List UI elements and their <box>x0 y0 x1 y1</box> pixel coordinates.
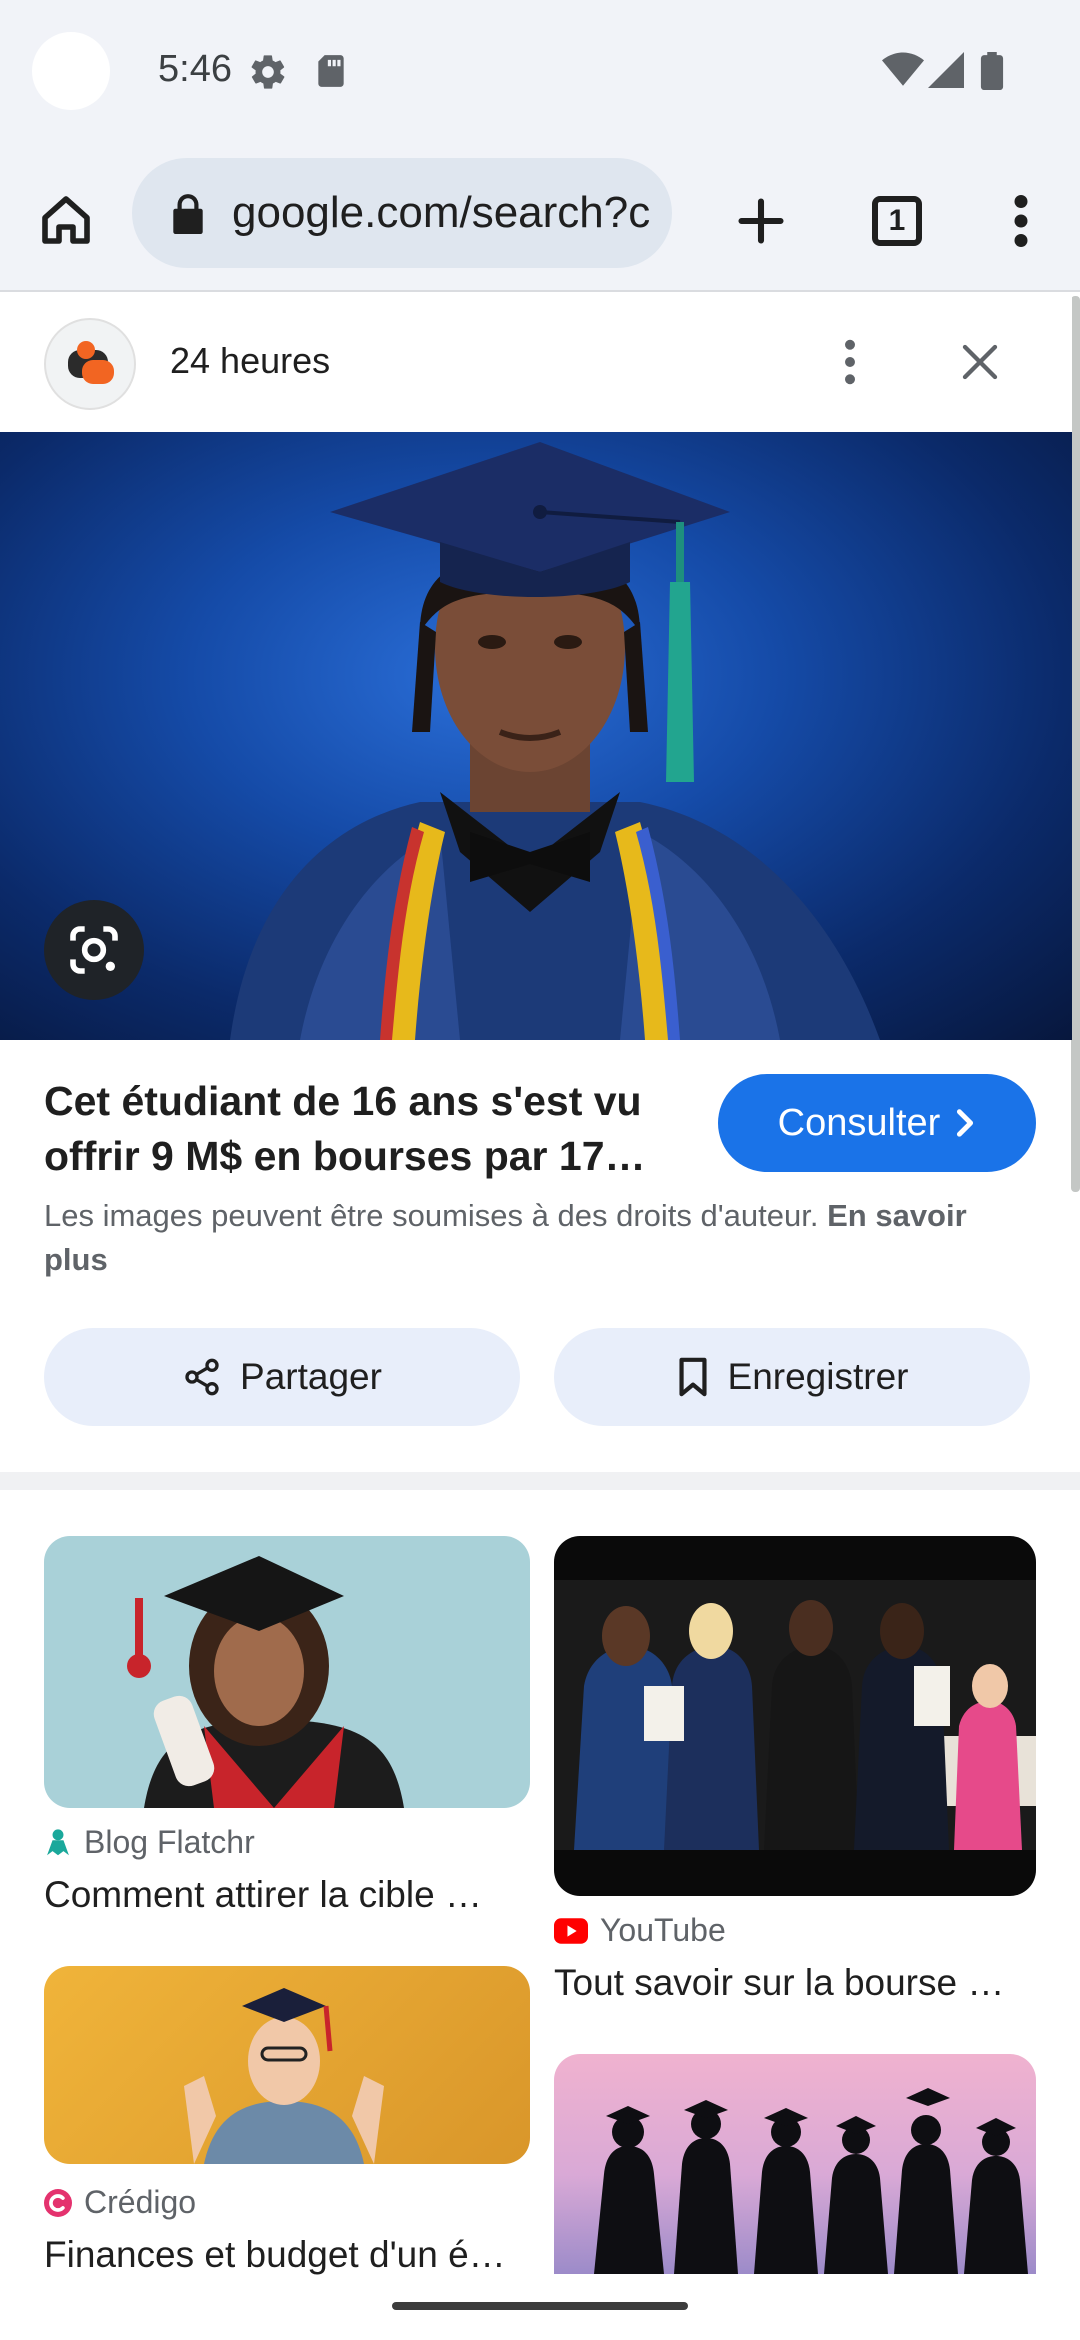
battery-icon <box>980 52 1004 95</box>
tab-switcher-button[interactable]: 1 <box>860 184 934 258</box>
copyright-text: Les images peuvent être soumises à des d… <box>44 1198 819 1233</box>
new-tab-button[interactable] <box>724 184 798 258</box>
credigo-icon <box>44 2188 72 2217</box>
sd-card-icon <box>314 52 348 95</box>
save-button[interactable]: Enregistrer <box>554 1328 1030 1426</box>
source-logo <box>44 318 136 410</box>
visit-label: Consulter <box>777 1101 941 1144</box>
visit-button[interactable]: Consulter <box>718 1074 1036 1172</box>
graduate-silhouettes-illustration <box>594 2088 1028 2274</box>
related-image[interactable] <box>44 1966 530 2164</box>
lens-icon <box>70 926 118 974</box>
result-title: Cet étudiant de 16 ans s'est vu offrir 9… <box>44 1078 646 1179</box>
related-source-name: Blog Flatchr <box>84 1824 255 1860</box>
section-divider <box>0 1472 1080 1490</box>
graduate-woman-illustration <box>127 1556 404 1808</box>
lock-icon <box>170 192 206 239</box>
share-button[interactable]: Partager <box>44 1328 520 1426</box>
gesture-nav-handle[interactable] <box>392 2302 688 2310</box>
copyright-notice: Les images peuvent être soumises à des d… <box>44 1194 1024 1282</box>
chevron-right-icon <box>957 1109 974 1137</box>
plus-icon <box>738 198 784 244</box>
graduation-ceremony-illustration <box>554 1580 1036 1850</box>
more-vert-icon <box>845 339 855 385</box>
status-time: 5:46 <box>158 48 232 90</box>
camera-cutout <box>32 32 110 110</box>
related-source: YouTube <box>554 1912 726 1949</box>
bookmark-icon <box>678 1357 707 1397</box>
browser-menu-button[interactable] <box>984 184 1058 258</box>
source-more-button[interactable] <box>820 330 880 394</box>
share-icon <box>185 1358 219 1396</box>
youtube-icon <box>554 1917 588 1944</box>
related-image[interactable] <box>554 1536 1036 1896</box>
browser-toolbar: google.com/search?c 1 <box>0 140 1080 292</box>
google-lens-button[interactable] <box>44 900 144 1000</box>
related-image[interactable] <box>44 1536 530 1808</box>
related-title[interactable]: Tout savoir sur la bourse … <box>554 1962 1044 2004</box>
source-header: 24 heures <box>0 294 1072 432</box>
page-scrollbar[interactable] <box>1071 296 1080 1192</box>
related-image[interactable] <box>554 2054 1036 2274</box>
source-name: 24 heures <box>170 340 331 381</box>
share-label: Partager <box>240 1356 382 1397</box>
related-source: Crédigo <box>44 2184 196 2221</box>
signal-icon <box>928 52 964 93</box>
tab-count: 1 <box>872 196 922 246</box>
home-icon <box>42 196 90 244</box>
related-title[interactable]: Comment attirer la cible … <box>44 1874 534 1916</box>
related-source-name: Crédigo <box>84 2184 197 2220</box>
related-source-name: YouTube <box>600 1912 726 1948</box>
wifi-icon <box>882 52 924 93</box>
url-text: google.com/search?c <box>232 188 651 237</box>
more-vert-icon <box>1014 195 1028 247</box>
status-bar: 5:46 <box>0 0 1080 140</box>
close-icon <box>962 344 998 380</box>
save-label: Enregistrer <box>727 1356 909 1397</box>
graduate-portrait-illustration <box>230 442 880 1040</box>
address-bar[interactable]: google.com/search?c <box>132 158 672 268</box>
related-source: Blog Flatchr <box>44 1824 255 1861</box>
excited-student-illustration <box>184 1988 384 2164</box>
result-image[interactable] <box>0 432 1072 1040</box>
home-button[interactable] <box>28 182 104 258</box>
settings-icon <box>248 52 288 97</box>
close-button[interactable] <box>948 330 1012 394</box>
related-title[interactable]: Finances et budget d'un é… <box>44 2234 534 2276</box>
flatchr-icon <box>47 1828 69 1855</box>
